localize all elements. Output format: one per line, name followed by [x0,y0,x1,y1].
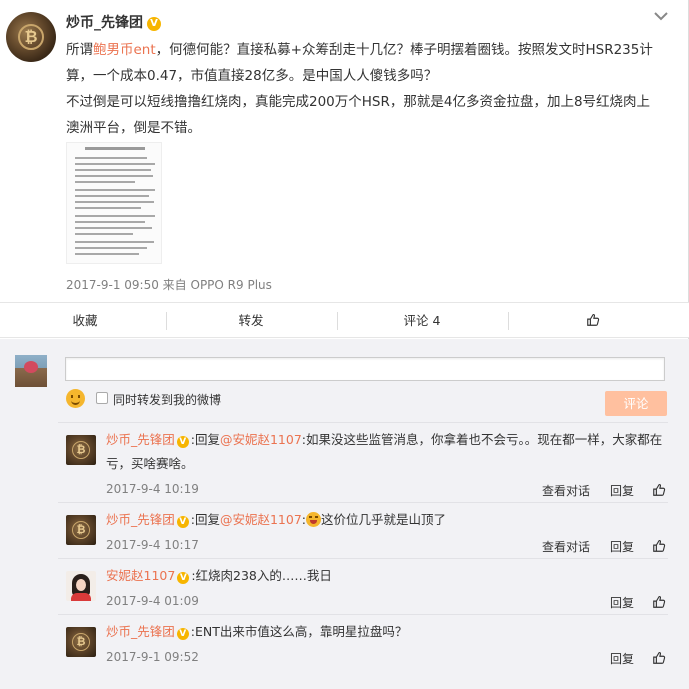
comment-item: ₿ 炒币_先锋团 V:回复@安妮赵1107:如果没这些监管消息，你拿着也不会亏。。… [58,422,668,502]
thumbs-up-icon[interactable] [652,651,666,665]
verified-badge-icon: V [176,628,189,640]
post-image-thumbnail[interactable] [66,142,162,264]
thumbs-up-icon[interactable] [652,483,666,497]
submit-comment-button[interactable]: 评论 [605,391,667,416]
my-avatar[interactable] [15,355,47,387]
commenter-name[interactable]: 炒币_先锋团 [106,432,175,447]
repost-button[interactable]: 转发 [166,303,336,339]
comment-text: 炒币_先锋团 V:回复@安妮赵1107:如果没这些监管消息，你拿着也不会亏。。现在… [106,432,663,471]
comment-time: 2017-9-4 10:19 [106,482,199,496]
verified-badge-icon: V [176,516,189,528]
comment-item: ₿ 炒币_先锋团 V:ENT出来市值这么高，靠明星拉盘吗？ 2017-9-1 09… [58,614,668,674]
view-thread-link[interactable]: 查看对话 [542,538,590,555]
weibo-post-card: ₿ 炒币_先锋团 V 所谓鲍男币ent，何德何能？直接私募+众筹刮走十几亿？棒子明… [0,0,689,689]
author-avatar[interactable]: ₿ [6,12,56,62]
comment-text: 安妮赵1107 V:红烧肉238入的……我日 [106,568,332,584]
verified-badge-icon: V [177,572,190,584]
comment-input[interactable] [65,357,665,381]
reply-link[interactable]: 回复 [610,538,634,555]
mention-link[interactable]: @安妮赵1107 [220,432,302,447]
view-thread-link[interactable]: 查看对话 [542,482,590,499]
mention-link[interactable]: @安妮赵1107 [220,512,302,527]
author-name[interactable]: 炒币_先锋团 [66,15,143,31]
comment-time: 2017-9-4 01:09 [106,594,199,608]
comment-text: 炒币_先锋团 V:回复@安妮赵1107: 这价位几乎就是山顶了 [106,512,447,528]
verified-badge-icon: V [176,436,189,448]
emoji-icon[interactable] [66,389,85,408]
comment-text: 炒币_先锋团 V:ENT出来市值这么高，靠明星拉盘吗？ [106,624,408,640]
post-text: 所谓鲍男币ent，何德何能？直接私募+众筹刮走十几亿？棒子明摆着圈钱。按照发文时… [66,42,653,136]
comment-button[interactable]: 评论 4 [337,303,507,339]
commenter-avatar[interactable] [66,571,96,601]
comments-section: 同时转发到我的微博 评论 ₿ 炒币_先锋团 V:回复@安妮赵1107:如果没这些监… [0,339,689,689]
forward-checkbox[interactable] [96,392,108,404]
commenter-avatar[interactable]: ₿ [66,435,96,465]
verified-badge-icon: V [147,17,161,31]
comment-item: ₿ 炒币_先锋团 V:回复@安妮赵1107: 这价位几乎就是山顶了 2017-9-4… [58,502,668,558]
chevron-down-icon[interactable] [654,10,668,24]
comment-time: 2017-9-4 10:17 [106,538,199,552]
post-author[interactable]: 炒币_先锋团 V [66,12,161,32]
laughing-emoji-icon [306,512,322,527]
thumbs-up-icon [587,314,600,326]
commenter-avatar[interactable]: ₿ [66,627,96,657]
commenter-name[interactable]: 炒币_先锋团 [106,512,175,527]
commenter-name[interactable]: 安妮赵1107 [106,568,175,583]
commenter-avatar[interactable]: ₿ [66,515,96,545]
post-meta: 2017-9-1 09:50 来自 OPPO R9 Plus [66,278,272,292]
thumbs-up-icon[interactable] [652,595,666,609]
favorite-button[interactable]: 收藏 [0,303,170,339]
comment-item: 安妮赵1107 V:红烧肉238入的……我日 2017-9-4 01:09 回复 [58,558,668,614]
thumbs-up-icon[interactable] [652,539,666,553]
reply-link[interactable]: 回复 [610,650,634,667]
comment-time: 2017-9-1 09:52 [106,650,199,664]
topic-link[interactable]: 鲍男币ent [93,42,156,58]
forward-label: 同时转发到我的微博 [113,393,222,407]
action-bar: 收藏 转发 评论 4 [0,302,689,338]
like-button[interactable] [508,303,678,339]
commenter-name[interactable]: 炒币_先锋团 [106,624,175,639]
reply-link[interactable]: 回复 [610,594,634,611]
reply-link[interactable]: 回复 [610,482,634,499]
